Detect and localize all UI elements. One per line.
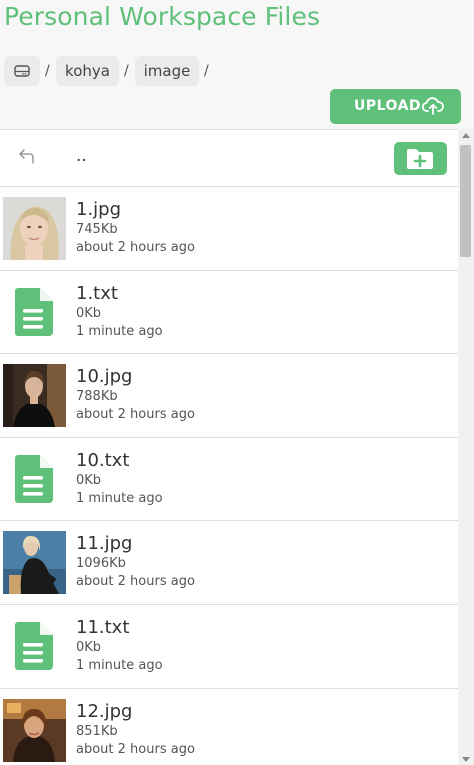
file-name: 12.jpg (76, 700, 133, 722)
file-modified: about 2 hours ago (76, 240, 195, 255)
page-title: Personal Workspace Files (4, 2, 321, 31)
file-size: 0Kb (76, 305, 102, 321)
file-name: 10.jpg (76, 366, 133, 388)
file-modified: about 2 hours ago (76, 574, 195, 590)
breadcrumb-item-image[interactable]: image (135, 56, 199, 86)
parent-directory-label: .. (76, 146, 87, 166)
file-row[interactable]: 1.txt 0Kb 1 minute ago (0, 270, 458, 355)
file-name: 1.jpg (76, 199, 122, 220)
file-size: 745Kb (76, 222, 118, 237)
file-modified: about 2 hours ago (76, 741, 195, 757)
file-name: 11.jpg (76, 533, 133, 555)
image-thumbnail (3, 197, 66, 260)
cloud-upload-icon (422, 97, 444, 115)
file-row[interactable]: 11.txt 0Kb 1 minute ago (0, 604, 458, 689)
file-name: 10.txt (76, 449, 130, 471)
file-row[interactable]: 12.jpg 851Kb about 2 hours ago (0, 688, 458, 765)
scrollbar[interactable] (458, 129, 474, 765)
file-modified: 1 minute ago (76, 490, 163, 506)
file-row[interactable]: 11.jpg 1096Kb about 2 hours ago (0, 521, 458, 605)
file-row[interactable]: 1.jpg 745Kb about 2 hours ago (0, 187, 458, 271)
back-arrow-icon (19, 149, 34, 164)
image-thumbnail (3, 698, 66, 762)
breadcrumb-home[interactable] (4, 56, 40, 86)
breadcrumb-separator: / (124, 63, 129, 79)
upload-button[interactable]: UPLOAD (330, 89, 461, 124)
file-name: 11.txt (76, 616, 130, 638)
header: Personal Workspace Files / kohya / image… (0, 0, 474, 129)
scroll-up-arrow[interactable] (462, 133, 470, 138)
file-modified: 1 minute ago (76, 323, 163, 339)
text-file-icon (15, 621, 53, 670)
file-list: .. 1.jpg 745Kb about 2 hours ago 1.txt 0… (0, 129, 458, 765)
text-file-icon (15, 287, 53, 336)
file-modified: 1 minute ago (76, 657, 163, 673)
scroll-down-arrow[interactable] (462, 757, 470, 762)
breadcrumb-separator: / (204, 63, 209, 79)
image-thumbnail (3, 364, 66, 428)
folder-plus-icon (407, 149, 433, 169)
file-modified: about 2 hours ago (76, 407, 195, 423)
image-thumbnail (3, 531, 66, 595)
upload-label: UPLOAD (354, 98, 422, 114)
file-size: 851Kb (76, 723, 118, 739)
file-row[interactable]: 10.txt 0Kb 1 minute ago (0, 437, 458, 522)
file-size: 0Kb (76, 639, 102, 655)
file-size: 788Kb (76, 389, 118, 405)
text-file-icon (15, 454, 53, 503)
file-size: 1096Kb (76, 556, 126, 572)
breadcrumb-separator: / (45, 63, 50, 79)
parent-directory-row[interactable]: .. (0, 130, 458, 187)
breadcrumb-item-kohya[interactable]: kohya (56, 56, 119, 86)
scrollbar-thumb[interactable] (460, 145, 471, 257)
file-size: 0Kb (76, 472, 102, 488)
drive-icon (14, 65, 30, 77)
new-folder-button[interactable] (394, 142, 447, 175)
file-row[interactable]: 10.jpg 788Kb about 2 hours ago (0, 354, 458, 438)
file-name: 1.txt (76, 282, 118, 304)
